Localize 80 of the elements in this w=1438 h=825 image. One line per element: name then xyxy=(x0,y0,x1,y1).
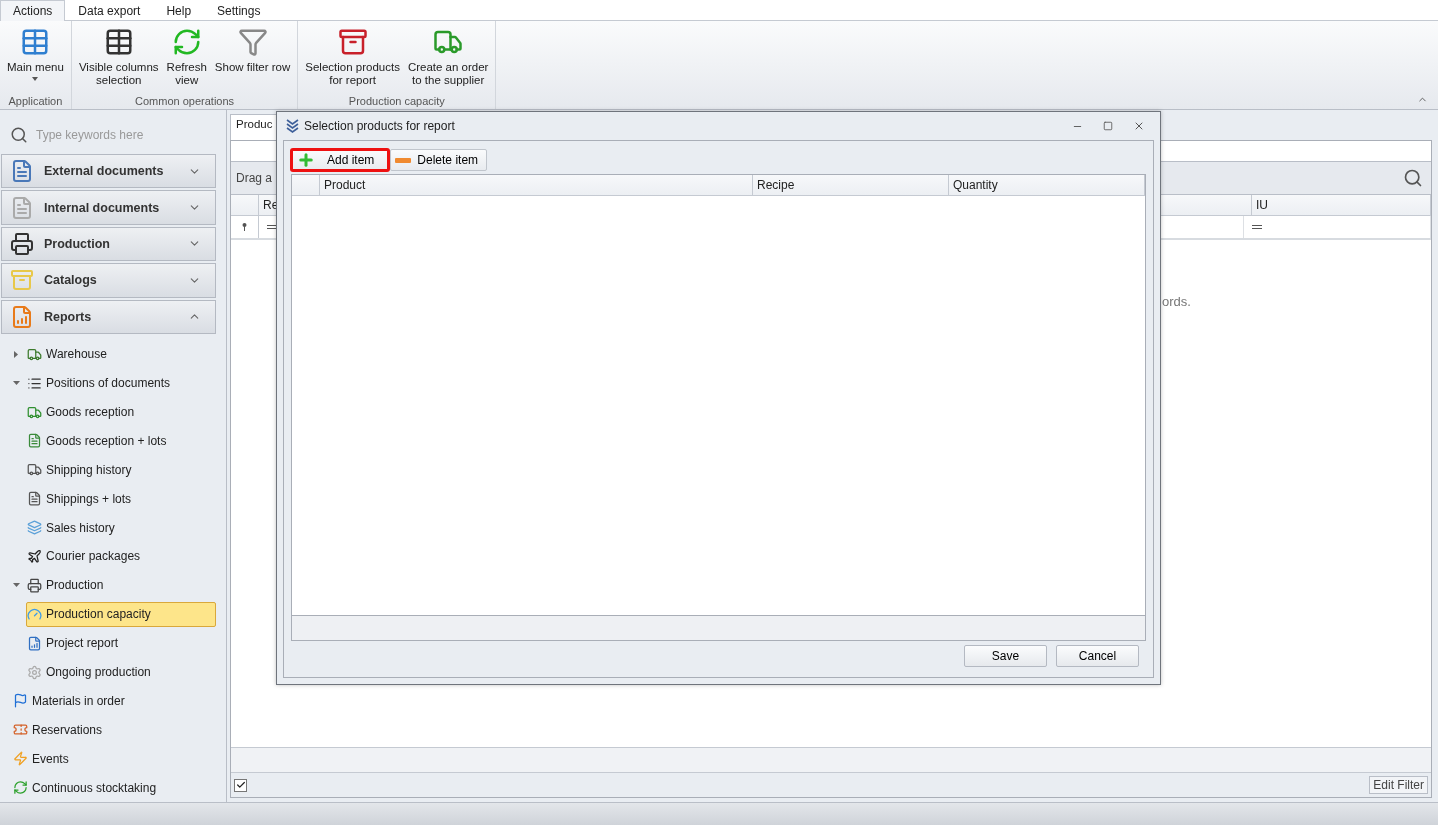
truck-icon xyxy=(27,404,42,420)
nav-group-header[interactable]: Reports xyxy=(1,299,216,334)
chart-icon xyxy=(10,304,34,329)
tree-item[interactable]: Materials in order xyxy=(12,688,216,714)
nav-group-header[interactable]: Catalogs xyxy=(1,263,216,298)
ribbon-group-label: Application xyxy=(7,95,64,109)
gear-icon xyxy=(27,664,42,680)
layers-icon xyxy=(27,520,42,536)
document-icon xyxy=(27,433,42,449)
empty-message: ords. xyxy=(1162,294,1191,309)
gauge-icon xyxy=(27,606,42,622)
tree-item[interactable]: Continuous stocktaking xyxy=(12,775,216,801)
chevrons-icon xyxy=(286,119,299,133)
add-item-button[interactable]: Add item xyxy=(291,149,390,171)
refresh-icon xyxy=(13,780,28,796)
tree-item[interactable]: Shipping history xyxy=(26,457,216,483)
delete-item-button[interactable]: Delete item xyxy=(390,149,488,171)
ribbon-tab[interactable]: Help xyxy=(153,0,205,21)
tree-item[interactable]: Shippings + lots xyxy=(26,486,216,512)
ribbon-group-label: Production capacity xyxy=(347,95,446,109)
ribbon-button[interactable]: Create an order to the supplier xyxy=(404,25,492,95)
flag-icon xyxy=(13,693,28,709)
search-icon xyxy=(10,126,28,145)
tree-item[interactable]: Reservations xyxy=(12,717,216,743)
tree-item[interactable]: Sales history xyxy=(26,515,216,541)
ribbon-tab[interactable]: Settings xyxy=(204,0,274,21)
tree-item[interactable]: Courier packages xyxy=(26,544,216,569)
dialog-title: Selection products for report xyxy=(304,119,456,133)
restore-icon xyxy=(1103,121,1113,131)
ribbon-button[interactable]: Selection products for report xyxy=(302,25,403,95)
page-icon xyxy=(10,195,34,220)
ribbon-tab[interactable]: Actions xyxy=(0,0,66,21)
ribbon-button[interactable]: Visible columns selection xyxy=(75,25,162,95)
ribbon-button[interactable]: Refresh view xyxy=(163,25,210,95)
equals-icon xyxy=(267,225,277,229)
printer-icon xyxy=(10,231,34,256)
tree-item[interactable]: Production capacity xyxy=(26,601,216,627)
ribbon-tab[interactable]: Data export xyxy=(65,0,154,21)
list-icon xyxy=(27,375,42,391)
truck-icon xyxy=(27,462,42,478)
group-panel-hint: Drag a xyxy=(236,171,273,185)
document-icon xyxy=(27,491,42,507)
nav-group-header[interactable]: External documents xyxy=(1,153,216,189)
truck-icon xyxy=(27,346,42,362)
ribbon-group-label: Common operations xyxy=(134,95,236,109)
tree-item[interactable]: Ongoing production xyxy=(26,659,216,685)
column-header[interactable]: Quantity xyxy=(949,175,1145,195)
document-icon xyxy=(10,159,34,184)
pin-icon xyxy=(242,223,247,231)
plus-icon xyxy=(297,151,315,169)
document-tab[interactable]: Produc xyxy=(230,114,279,140)
dialog-button[interactable]: Save xyxy=(964,645,1047,667)
tree-item[interactable]: Positions of documents xyxy=(8,370,216,396)
tree-item[interactable]: Goods reception + lots xyxy=(26,428,216,454)
ribbon-button[interactable]: Show filter row xyxy=(211,25,294,95)
close-icon xyxy=(1133,120,1145,132)
tree-item[interactable]: Production xyxy=(8,572,216,598)
ticket-icon xyxy=(13,722,28,738)
nav-group-header[interactable]: Production xyxy=(1,226,216,262)
tree-item[interactable]: Goods reception xyxy=(26,399,216,425)
plane-icon xyxy=(27,549,42,564)
tree-item[interactable]: Project report xyxy=(26,630,216,656)
printer-icon xyxy=(27,577,42,593)
column-header[interactable]: Recipe xyxy=(753,175,949,195)
lightning-icon xyxy=(13,751,28,767)
search-icon[interactable] xyxy=(1403,168,1423,188)
tree-item[interactable]: Warehouse xyxy=(8,341,216,367)
filter-checkbox[interactable] xyxy=(234,778,247,792)
column-header[interactable]: IU xyxy=(1252,195,1431,215)
report-icon xyxy=(27,635,42,651)
filter-icon xyxy=(237,27,268,57)
edit-filter-button[interactable]: Edit Filter xyxy=(1369,776,1428,794)
minus-icon xyxy=(395,157,412,163)
column-header[interactable]: Product xyxy=(320,175,753,195)
tree-item[interactable]: Events xyxy=(12,746,216,772)
ribbon-button[interactable]: Main menu xyxy=(4,25,67,95)
equals-icon xyxy=(1252,225,1262,229)
nav-group-header[interactable]: Internal documents xyxy=(1,190,216,225)
search-field[interactable]: Type keywords here xyxy=(34,127,208,144)
dialog-button[interactable]: Cancel xyxy=(1056,645,1139,667)
